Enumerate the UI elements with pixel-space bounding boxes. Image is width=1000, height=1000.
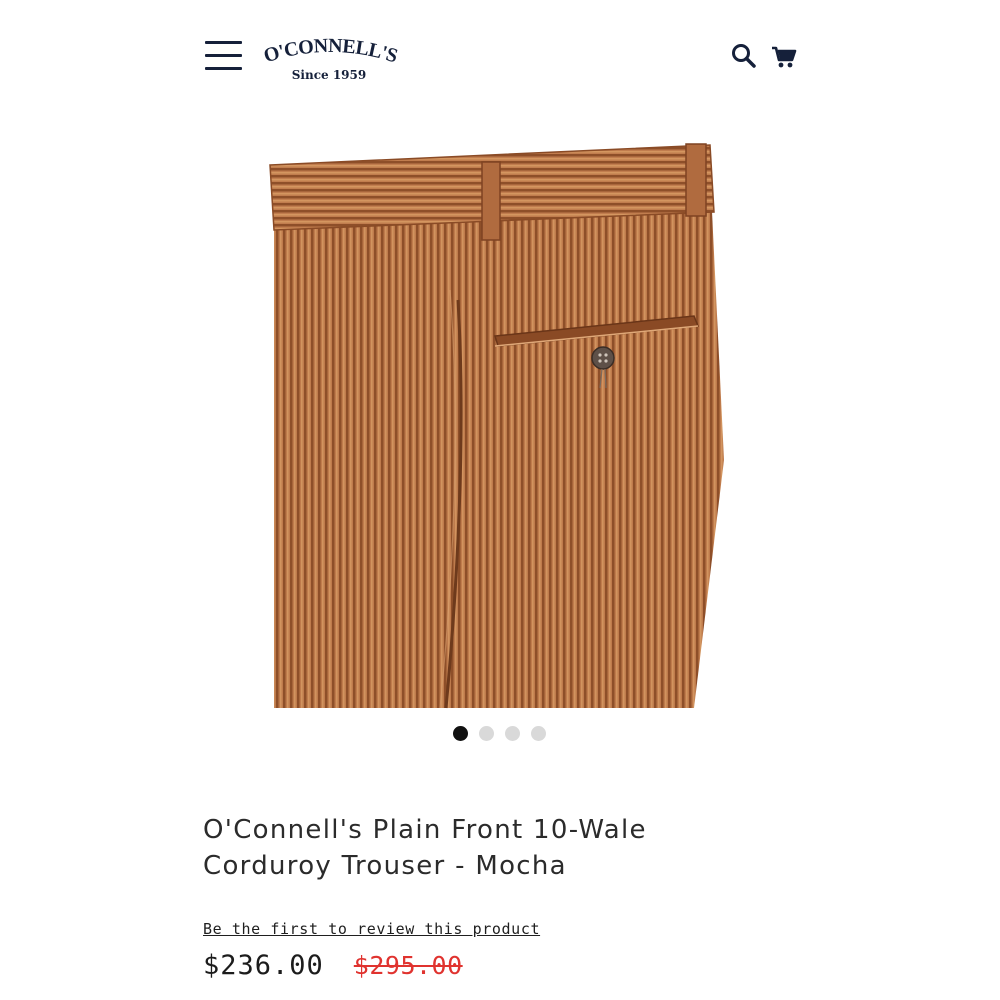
cart-icon[interactable] [771,45,797,69]
menu-line [205,67,242,70]
search-icon[interactable] [731,43,757,69]
carousel-dot[interactable] [531,726,546,741]
svg-text:O'CONNELL'S: O'CONNELL'S [261,35,400,68]
hamburger-menu-icon[interactable] [205,41,243,71]
menu-line [205,41,242,44]
site-logo[interactable]: O'CONNELL'S Since 1959 [258,34,403,86]
original-price: $295.00 [353,951,463,980]
price-row: $236.00 $295.00 [203,950,463,990]
logo-wordmark: O'CONNELL'S [261,35,401,68]
logo-subtitle: Since 1959 [291,68,367,82]
menu-line [205,54,242,57]
site-header: O'CONNELL'S Since 1959 [0,0,1000,110]
product-image[interactable] [262,140,738,710]
product-title: O'Connell's Plain Front 10-Wale Corduroy… [203,815,647,881]
carousel-dot[interactable] [453,726,468,741]
sale-price: $236.00 [203,950,324,981]
carousel-dots [453,726,546,742]
carousel-dot[interactable] [505,726,520,741]
carousel-dot[interactable] [479,726,494,741]
trouser-illustration [269,143,724,709]
product-page: O'CONNELL'S Since 1959 O'Connell's Plain… [0,0,1000,1000]
review-link[interactable]: Be the first to review this product [203,920,540,938]
